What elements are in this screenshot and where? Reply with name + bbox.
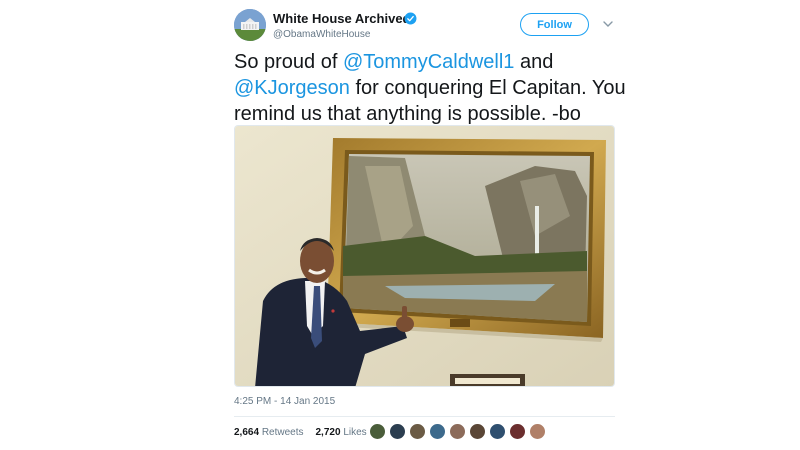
mention-link[interactable]: @KJorgeson	[234, 77, 350, 99]
avatar[interactable]	[234, 9, 266, 41]
liker-avatar[interactable]	[429, 423, 446, 440]
retweets-stat[interactable]: 2,664 Retweets	[234, 427, 304, 438]
liker-avatar[interactable]	[449, 423, 466, 440]
retweets-count: 2,664	[234, 427, 260, 438]
white-house-avatar-image	[234, 9, 266, 41]
liker-avatar[interactable]	[389, 423, 406, 440]
divider	[234, 416, 615, 417]
liker-avatar[interactable]	[369, 423, 386, 440]
photo-image	[235, 126, 614, 386]
mention-link[interactable]: @TommyCaldwell1	[343, 51, 514, 73]
tweet-text-part: So proud of	[234, 51, 343, 73]
liker-avatars	[369, 423, 549, 441]
tweet-timestamp[interactable]: 4:25 PM - 14 Jan 2015	[234, 396, 335, 407]
tweet-stats: 2,664 Retweets 2,720 Likes	[234, 427, 375, 438]
tweet-text-part: and	[514, 51, 554, 73]
likes-label: Likes	[343, 427, 367, 438]
verified-badge-icon	[404, 12, 417, 25]
liker-avatar[interactable]	[409, 423, 426, 440]
tweet-text: So proud of @TommyCaldwell1 and @KJorges…	[234, 49, 634, 127]
retweets-label: Retweets	[261, 427, 304, 438]
account-name[interactable]: White House Archived	[273, 11, 410, 26]
chevron-down-icon[interactable]	[603, 20, 613, 28]
likes-count: 2,720	[315, 427, 341, 438]
follow-button[interactable]: Follow	[520, 13, 589, 36]
tweet-card: White House Archived @ObamaWhiteHouse Fo…	[0, 0, 800, 450]
account-handle[interactable]: @ObamaWhiteHouse	[273, 29, 370, 40]
tweet-photo[interactable]	[234, 125, 615, 387]
liker-avatar[interactable]	[489, 423, 506, 440]
liker-avatar[interactable]	[529, 423, 546, 440]
likes-stat[interactable]: 2,720 Likes	[316, 427, 367, 438]
liker-avatar[interactable]	[509, 423, 526, 440]
liker-avatar[interactable]	[469, 423, 486, 440]
